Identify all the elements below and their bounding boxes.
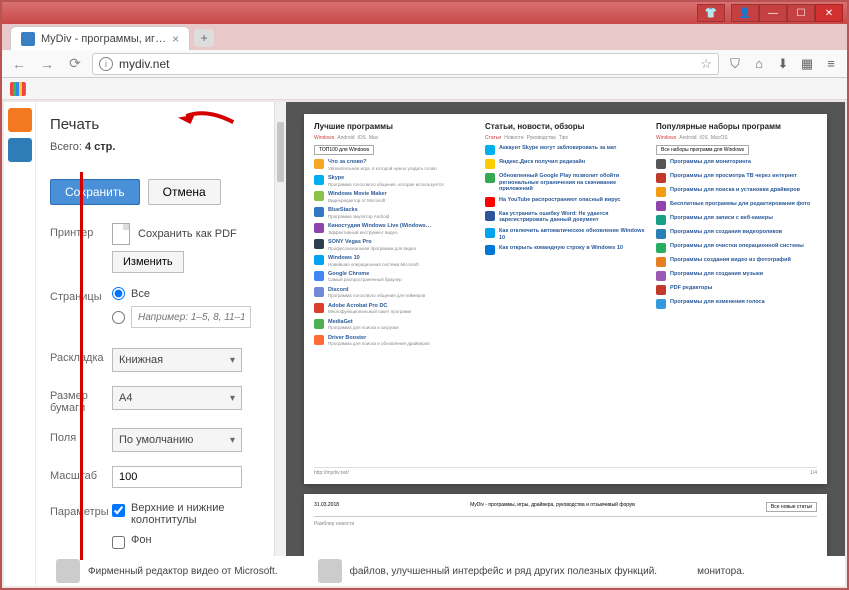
change-printer-button[interactable]: Изменить <box>112 251 184 273</box>
preview-col-sets: Популярные наборы программ WindowsAndroi… <box>656 122 817 463</box>
pdf-icon <box>112 223 130 245</box>
browser-window: 👕 👤 — ☐ ✕ MyDiv - программы, иг… × + ← →… <box>0 0 849 590</box>
shirt-icon[interactable]: 👕 <box>697 4 725 22</box>
print-dialog: Печать Всего: 4 стр. Сохранить Отмена Пр… <box>36 102 845 586</box>
thumb-icon-2 <box>318 559 342 583</box>
preview-col-programs: Лучшие программы WindowsAndroidiOSMac ТО… <box>314 122 475 463</box>
reload-button[interactable]: ⟳ <box>64 53 86 75</box>
settings-scrollbar[interactable] <box>274 102 286 586</box>
pages-all-radio[interactable] <box>112 287 125 300</box>
background-text: Фон <box>131 534 152 546</box>
user-icon[interactable]: 👤 <box>731 4 759 22</box>
close-button[interactable]: ✕ <box>815 4 843 22</box>
headers-footers-checkbox[interactable] <box>112 504 125 517</box>
favicon-icon <box>21 32 35 46</box>
titlebar: 👕 👤 — ☐ ✕ <box>2 2 847 24</box>
print-preview: Лучшие программы WindowsAndroidiOSMac ТО… <box>286 102 845 586</box>
preview-page-1: Лучшие программы WindowsAndroidiOSMac ТО… <box>304 114 827 484</box>
tab-strip: MyDiv - программы, иг… × + <box>2 24 847 50</box>
tab-title: MyDiv - программы, иг… <box>41 33 166 45</box>
bookmark-bar <box>2 78 847 100</box>
headers-footers-text: Верхние и нижние колонтитулы <box>131 502 272 526</box>
preview-col-articles: Статьи, новости, обзоры СтатьиНовостиРук… <box>485 122 646 463</box>
page-left-sidebar <box>4 102 36 586</box>
print-settings-panel: Печать Всего: 4 стр. Сохранить Отмена Пр… <box>36 102 286 586</box>
url-bar[interactable]: i ☆ <box>92 53 719 75</box>
layout-select[interactable]: Книжная <box>112 348 242 372</box>
print-page-count: Всего: 4 стр. <box>50 141 272 153</box>
sidebar-icon-2 <box>8 138 32 162</box>
sidebar-icon-1 <box>8 108 32 132</box>
browser-tab[interactable]: MyDiv - программы, иг… × <box>10 26 190 50</box>
save-button[interactable]: Сохранить <box>50 179 140 205</box>
cancel-button[interactable]: Отмена <box>148 179 221 205</box>
scale-input[interactable] <box>112 466 242 488</box>
annotation-red-line <box>80 172 83 560</box>
background-checkbox[interactable] <box>112 536 125 549</box>
page-content-bottom: Фирменный редактор видео от Microsoft. ф… <box>36 556 845 586</box>
tab-close-icon[interactable]: × <box>172 32 179 46</box>
forward-button[interactable]: → <box>36 53 58 75</box>
back-button[interactable]: ← <box>8 53 30 75</box>
site-info-icon[interactable]: i <box>99 57 113 71</box>
shield-icon[interactable]: ⛉ <box>725 54 745 74</box>
content-area: Печать Всего: 4 стр. Сохранить Отмена Пр… <box>4 102 845 586</box>
print-title: Печать <box>50 116 272 133</box>
new-tab-button[interactable]: + <box>194 29 214 47</box>
home-icon[interactable]: ⌂ <box>749 54 769 74</box>
scrollbar-thumb[interactable] <box>277 122 284 182</box>
pages-range-input[interactable] <box>131 306 251 328</box>
menu-icon[interactable]: ≡ <box>821 54 841 74</box>
paper-select[interactable]: A4 <box>112 386 242 410</box>
margins-select[interactable]: По умолчанию <box>112 428 242 452</box>
apps-icon[interactable] <box>10 82 26 96</box>
url-input[interactable] <box>119 57 694 71</box>
navbar: ← → ⟳ i ☆ ⛉ ⌂ ⬇ ▦ ≡ <box>2 50 847 78</box>
save-as-pdf-text: Сохранить как PDF <box>138 228 237 240</box>
video-thumb-icon <box>56 559 80 583</box>
minimize-button[interactable]: — <box>759 4 787 22</box>
download-icon[interactable]: ⬇ <box>773 54 793 74</box>
bookmark-star-icon[interactable]: ☆ <box>700 56 712 72</box>
maximize-button[interactable]: ☐ <box>787 4 815 22</box>
grid-icon[interactable]: ▦ <box>797 54 817 74</box>
pages-all-text: Все <box>131 288 150 300</box>
pages-range-radio[interactable] <box>112 311 125 324</box>
